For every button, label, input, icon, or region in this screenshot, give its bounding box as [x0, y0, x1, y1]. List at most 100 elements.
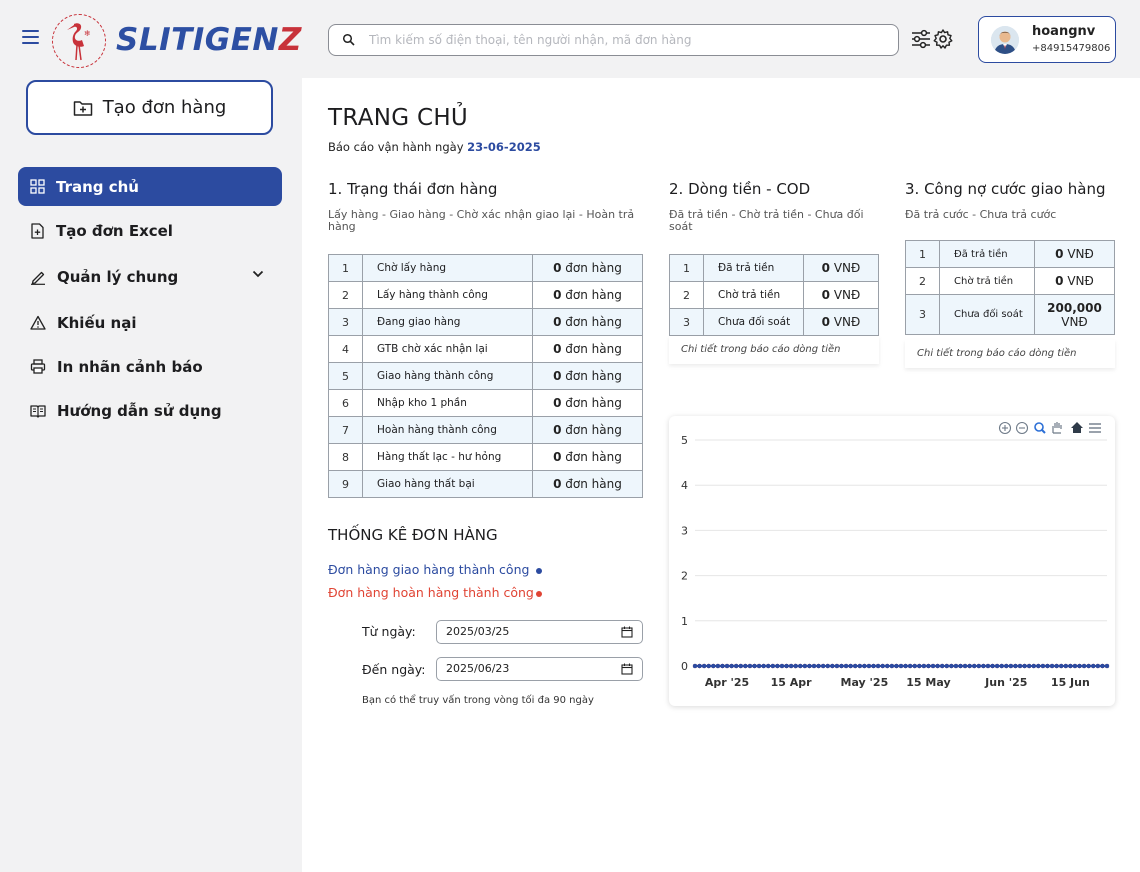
data-point[interactable]	[1072, 663, 1078, 669]
data-point[interactable]	[953, 663, 959, 669]
user-profile-button[interactable]: hoangnv +84915479806	[978, 16, 1116, 63]
data-point[interactable]	[798, 663, 803, 669]
data-point[interactable]	[706, 663, 711, 669]
search-bar[interactable]	[328, 24, 899, 56]
from-date-input[interactable]: 2025/03/25	[436, 620, 643, 644]
data-point[interactable]	[720, 663, 725, 669]
data-point[interactable]	[697, 663, 702, 669]
data-point[interactable]	[871, 663, 876, 669]
create-order-button[interactable]: Tạo đơn hàng	[26, 80, 273, 135]
home-icon[interactable]	[1071, 422, 1083, 433]
data-point[interactable]	[862, 663, 867, 669]
data-point[interactable]	[1004, 663, 1009, 669]
data-point[interactable]	[907, 663, 913, 669]
data-point[interactable]	[944, 663, 950, 669]
data-point[interactable]	[1104, 663, 1110, 669]
data-point[interactable]	[1054, 663, 1059, 669]
sidebar-item-guide[interactable]: Hướng dẫn sử dụng	[18, 391, 282, 430]
data-point[interactable]	[1100, 663, 1105, 669]
data-point[interactable]	[889, 663, 895, 669]
data-point[interactable]	[816, 663, 821, 669]
zoom-select-icon[interactable]	[1034, 422, 1046, 434]
data-point[interactable]	[733, 663, 739, 669]
data-point[interactable]	[788, 663, 794, 669]
cod-footer-note[interactable]: Chi tiết trong báo cáo dòng tiền	[669, 336, 879, 364]
data-point[interactable]	[715, 663, 721, 669]
data-point[interactable]	[917, 663, 922, 669]
data-point[interactable]	[765, 663, 771, 669]
zoom-in-icon[interactable]	[998, 421, 1012, 435]
data-point[interactable]	[903, 663, 908, 669]
data-point[interactable]	[1063, 663, 1069, 669]
data-point[interactable]	[1026, 663, 1032, 669]
data-point[interactable]	[1095, 663, 1101, 669]
data-point[interactable]	[711, 663, 716, 669]
data-point[interactable]	[701, 663, 707, 669]
data-point[interactable]	[820, 663, 826, 669]
data-point[interactable]	[1049, 663, 1055, 669]
data-point[interactable]	[1036, 663, 1041, 669]
data-point[interactable]	[743, 663, 748, 669]
data-point[interactable]	[839, 663, 844, 669]
data-point[interactable]	[1045, 663, 1050, 669]
data-point[interactable]	[784, 663, 789, 669]
data-point[interactable]	[967, 663, 972, 669]
data-point[interactable]	[807, 663, 812, 669]
data-point[interactable]	[738, 663, 744, 669]
data-point[interactable]	[971, 663, 977, 669]
data-point[interactable]	[692, 663, 698, 669]
data-point[interactable]	[990, 663, 995, 669]
data-point[interactable]	[880, 663, 885, 669]
data-point[interactable]	[1068, 663, 1073, 669]
data-point[interactable]	[994, 663, 1000, 669]
data-point[interactable]	[985, 663, 991, 669]
data-point[interactable]	[1008, 663, 1014, 669]
data-point[interactable]	[1022, 663, 1027, 669]
gear-icon[interactable]	[932, 28, 954, 50]
data-point[interactable]	[747, 663, 753, 669]
data-point[interactable]	[926, 663, 931, 669]
data-point[interactable]	[852, 663, 858, 669]
data-point[interactable]	[1040, 663, 1046, 669]
data-point[interactable]	[1013, 663, 1018, 669]
sidebar-item-excel[interactable]: Tạo đơn Excel	[18, 211, 282, 250]
data-point[interactable]	[939, 663, 945, 669]
brand-logo-text[interactable]: SLITIGENZ	[116, 22, 302, 58]
data-point[interactable]	[724, 663, 730, 669]
data-point[interactable]	[866, 663, 872, 669]
data-point[interactable]	[1058, 663, 1064, 669]
sidebar-item-complaints[interactable]: Khiếu nại	[18, 303, 282, 342]
calendar-icon[interactable]	[621, 663, 633, 675]
data-point[interactable]	[962, 663, 968, 669]
data-point[interactable]	[999, 663, 1004, 669]
data-point[interactable]	[857, 663, 863, 669]
data-point[interactable]	[793, 663, 798, 669]
data-point[interactable]	[752, 663, 757, 669]
data-point[interactable]	[1086, 663, 1091, 669]
filter-sliders-icon[interactable]	[910, 28, 932, 50]
data-point[interactable]	[958, 663, 963, 669]
data-point[interactable]	[834, 663, 840, 669]
data-point[interactable]	[729, 663, 734, 669]
data-point[interactable]	[848, 663, 853, 669]
calendar-icon[interactable]	[621, 626, 633, 638]
data-point[interactable]	[921, 663, 927, 669]
data-point[interactable]	[756, 663, 762, 669]
sidebar-item-home[interactable]: Trang chủ	[18, 167, 282, 206]
sidebar-item-management[interactable]: Quản lý chung	[18, 257, 282, 296]
data-point[interactable]	[894, 663, 899, 669]
data-point[interactable]	[981, 663, 986, 669]
search-input[interactable]	[369, 30, 889, 50]
data-point[interactable]	[875, 663, 881, 669]
zoom-out-icon[interactable]	[1015, 421, 1029, 435]
pan-icon[interactable]	[1052, 422, 1062, 434]
data-point[interactable]	[1081, 663, 1087, 669]
data-point[interactable]	[775, 663, 780, 669]
data-point[interactable]	[1077, 663, 1082, 669]
data-point[interactable]	[976, 663, 982, 669]
data-point[interactable]	[770, 663, 776, 669]
data-point[interactable]	[830, 663, 835, 669]
hamburger-menu-icon[interactable]	[22, 30, 39, 44]
data-point[interactable]	[885, 663, 890, 669]
debt-footer-note[interactable]: Chi tiết trong báo cáo dòng tiền	[905, 340, 1115, 368]
